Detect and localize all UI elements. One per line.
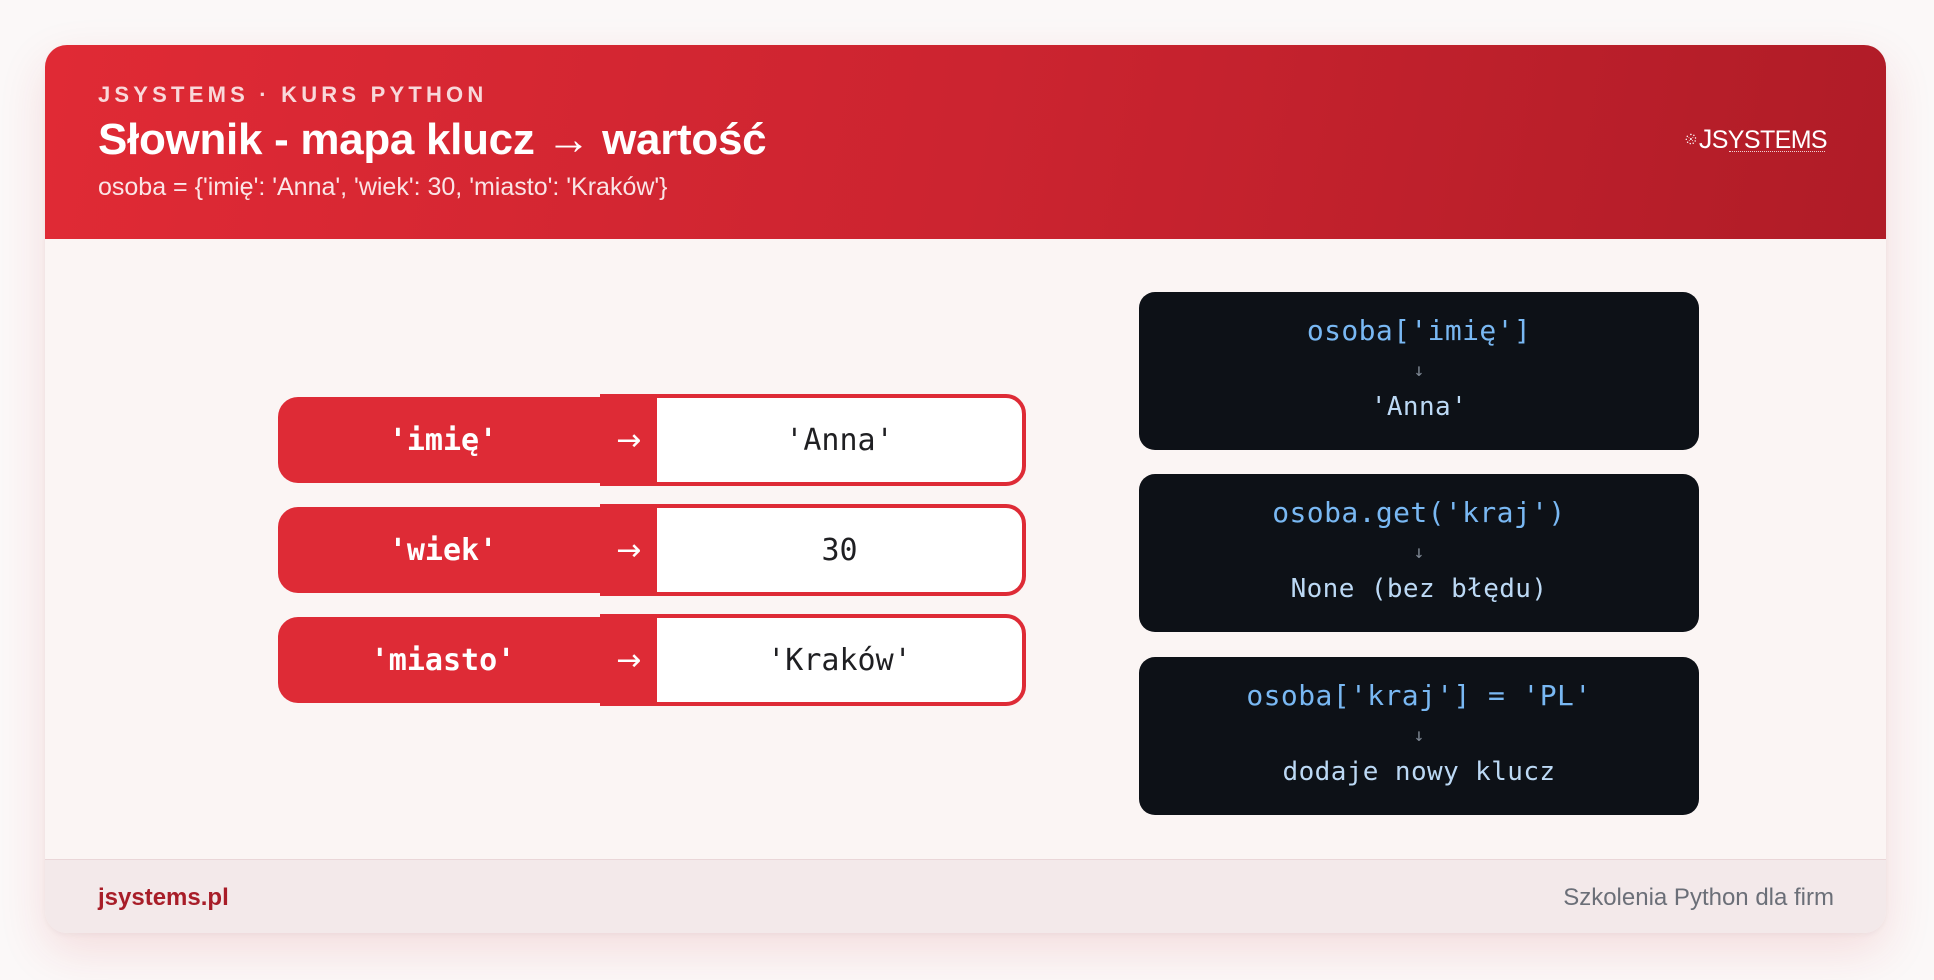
dict-pair-row: 'imię' → 'Anna' xyxy=(278,394,1026,487)
dict-value: 'Kraków' xyxy=(653,614,1026,706)
slide-title: Słownik - mapa klucz → wartość xyxy=(98,115,767,164)
footer-tagline: Szkolenia Python dla firm xyxy=(1563,884,1834,911)
dict-value: 'Anna' xyxy=(653,394,1026,486)
slide-header: JSYSTEMS · KURS PYTHON Słownik - mapa kl… xyxy=(45,45,1886,239)
right-arrow-icon: → xyxy=(600,394,658,486)
code-result: 'Anna' xyxy=(1370,392,1468,422)
jsystems-logo-icon xyxy=(1685,133,1697,145)
down-arrow-icon: ↓ xyxy=(1413,542,1425,563)
right-arrow-icon: → xyxy=(600,614,658,706)
logo-tagline-rule xyxy=(1729,151,1825,153)
footer-site-link[interactable]: jsystems.pl xyxy=(98,884,229,912)
code-expression: osoba.get('kraj') xyxy=(1272,496,1566,529)
code-result: dodaje nowy klucz xyxy=(1282,757,1556,787)
slide-card: JSYSTEMS · KURS PYTHON Słownik - mapa kl… xyxy=(45,45,1886,933)
course-eyebrow: JSYSTEMS · KURS PYTHON xyxy=(98,82,488,107)
dict-pair-row: 'wiek' → 30 xyxy=(278,504,1026,597)
dict-key: 'imię' xyxy=(278,397,608,483)
code-example: osoba.get('kraj') ↓ None (bez błędu) xyxy=(1139,474,1699,632)
dict-key: 'wiek' xyxy=(278,507,608,593)
down-arrow-icon: ↓ xyxy=(1413,360,1425,381)
down-arrow-icon: ↓ xyxy=(1413,725,1425,746)
dict-key: 'miasto' xyxy=(278,617,608,703)
code-result: None (bez błędu) xyxy=(1290,574,1548,604)
dict-value: 30 xyxy=(653,504,1026,596)
code-expression: osoba['imię'] xyxy=(1306,314,1532,347)
slide-subtitle: osoba = {'imię': 'Anna', 'wiek': 30, 'mi… xyxy=(98,173,668,201)
code-example: osoba['kraj'] = 'PL' ↓ dodaje nowy klucz xyxy=(1139,657,1699,815)
jsystems-logo: JSYSTEMS xyxy=(1685,117,1828,161)
code-expression: osoba['kraj'] = 'PL' xyxy=(1246,679,1592,712)
slide-footer: jsystems.pl Szkolenia Python dla firm xyxy=(45,859,1886,933)
code-example: osoba['imię'] ↓ 'Anna' xyxy=(1139,292,1699,450)
logo-wordmark: JSYSTEMS xyxy=(1698,123,1828,154)
right-arrow-icon: → xyxy=(600,504,658,596)
dict-pair-row: 'miasto' → 'Kraków' xyxy=(278,614,1026,707)
